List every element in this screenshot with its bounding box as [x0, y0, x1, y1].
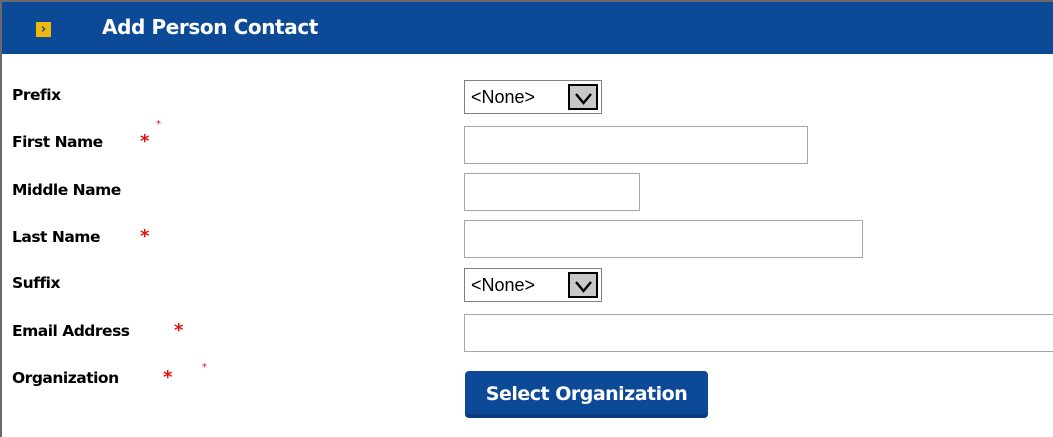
last-name-label: Last Name: [12, 228, 100, 246]
required-dot: *: [156, 119, 161, 130]
required-marker: *: [140, 226, 150, 247]
email-field[interactable]: [464, 314, 1053, 352]
suffix-label: Suffix: [12, 274, 61, 292]
middle-name-field[interactable]: [464, 173, 640, 211]
last-name-field[interactable]: [464, 220, 863, 258]
panel-header: › Add Person Contact: [2, 2, 1053, 54]
email-label: Email Address: [12, 322, 130, 340]
prefix-select-value: <None>: [471, 87, 536, 107]
first-name-label: First Name: [12, 133, 103, 151]
suffix-select-value: <None>: [471, 275, 536, 295]
required-marker: *: [174, 320, 184, 341]
prefix-select[interactable]: <None>: [464, 80, 602, 114]
required-dot: *: [202, 362, 207, 373]
required-marker: *: [163, 367, 173, 388]
middle-name-label: Middle Name: [12, 181, 121, 199]
suffix-select[interactable]: <None>: [464, 268, 602, 302]
prefix-label: Prefix: [12, 86, 61, 104]
required-marker: *: [140, 131, 150, 152]
chevron-down-icon[interactable]: [568, 84, 598, 110]
panel-title: Add Person Contact: [102, 15, 318, 39]
chevron-right-icon[interactable]: ›: [36, 22, 51, 37]
organization-label: Organization: [12, 369, 119, 387]
first-name-field[interactable]: [464, 126, 808, 164]
chevron-down-icon[interactable]: [568, 272, 598, 298]
select-organization-button[interactable]: Select Organization: [465, 371, 708, 418]
